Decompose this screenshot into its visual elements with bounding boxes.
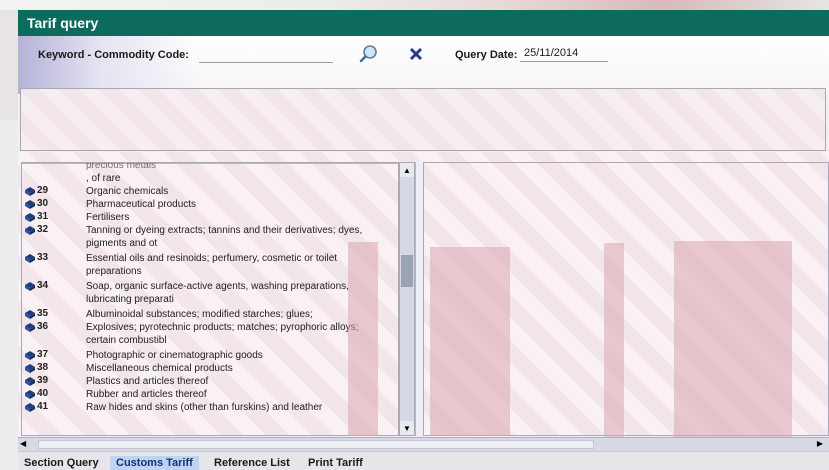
list-item[interactable]: 34 Soap, organic surface-active agents, w… xyxy=(22,280,382,308)
list-item[interactable]: 37 Photographic or cinematographic goods xyxy=(22,349,382,362)
panel-splitter[interactable] xyxy=(415,162,423,436)
chapter-rows: precious metals , of rare 29 Organic chemic… xyxy=(22,162,382,414)
chapter-code: 30 xyxy=(37,198,49,209)
magnifier-icon xyxy=(359,45,377,63)
book-icon xyxy=(25,187,35,196)
chapter-code: 35 xyxy=(37,308,49,319)
scroll-up-arrow-icon[interactable]: ▲ xyxy=(400,163,414,177)
chapter-code: 34 xyxy=(37,280,49,291)
book-icon xyxy=(25,226,35,235)
list-item[interactable]: 32 Tanning or dyeing extracts; tannins an… xyxy=(22,224,382,252)
chapter-description: Rubber and articles thereof xyxy=(86,389,207,400)
book-icon xyxy=(25,377,35,386)
chapter-code: 38 xyxy=(37,362,49,373)
tab-print-tariff[interactable]: Print Tariff xyxy=(302,456,369,470)
book-cover-image xyxy=(674,241,792,437)
list-item[interactable]: 35 Albuminoidal substances; modified star… xyxy=(22,308,382,321)
list-vertical-scrollbar[interactable]: ▲ ▼ xyxy=(399,162,415,436)
tab-customs-tariff[interactable]: Customs Tariff xyxy=(110,456,199,470)
search-bar: Keyword - Commodity Code: Query Date: 25… xyxy=(18,36,829,94)
book-icon xyxy=(25,323,35,332)
chapter-code: 40 xyxy=(37,388,49,399)
chapter-code: 41 xyxy=(37,401,49,412)
chapter-code: 29 xyxy=(37,185,49,196)
chapter-description: Albuminoidal substances; modified starch… xyxy=(86,309,313,320)
chapter-code: 36 xyxy=(37,321,49,332)
chapter-description: Explosives; pyrotechnic products; matche… xyxy=(86,322,359,346)
bottom-tab-bar: Section Query Customs Tariff Reference L… xyxy=(18,451,829,470)
chapter-description: Photographic or cinematographic goods xyxy=(86,350,263,361)
scroll-thumb[interactable] xyxy=(401,255,413,287)
info-panel xyxy=(20,88,826,151)
chapter-code: 33 xyxy=(37,252,49,263)
search-button[interactable] xyxy=(358,43,380,65)
chapter-description: Fertilisers xyxy=(86,212,130,223)
chapter-list[interactable]: precious metals , of rare 29 Organic chemic… xyxy=(21,162,399,436)
chapter-description: Plastics and articles thereof xyxy=(86,376,209,387)
chapter-description: Essential oils and resinoids; perfumery,… xyxy=(86,253,338,277)
book-spine-image xyxy=(604,243,624,438)
chapter-description: , of rare xyxy=(86,173,121,184)
search-bar-shade xyxy=(18,36,198,94)
chapter-description: Miscellaneous chemical products xyxy=(86,363,233,374)
tab-section-query[interactable]: Section Query xyxy=(18,456,105,470)
list-item[interactable]: 41 Raw hides and skins (other than furski… xyxy=(22,401,382,414)
keyword-input[interactable] xyxy=(199,47,333,63)
list-item[interactable]: 31 Fertilisers xyxy=(22,211,382,224)
list-item[interactable]: 39 Plastics and articles thereof xyxy=(22,375,382,388)
top-strip xyxy=(0,0,829,10)
list-item[interactable]: 33 Essential oils and resinoids; perfumer… xyxy=(22,252,382,280)
list-item[interactable]: 29 Organic chemicals xyxy=(22,185,382,198)
keyword-label: Keyword - Commodity Code: xyxy=(38,49,189,61)
scroll-down-arrow-icon[interactable]: ▼ xyxy=(400,421,414,435)
book-icon xyxy=(25,403,35,412)
chapter-code: 37 xyxy=(37,349,49,360)
list-item[interactable]: 30 Pharmaceutical products xyxy=(22,198,382,211)
list-item[interactable]: precious metals xyxy=(22,162,382,172)
book-cover-left-image xyxy=(430,247,510,436)
window-title: Tarif query xyxy=(18,10,829,36)
list-item[interactable]: 40 Rubber and articles thereof xyxy=(22,388,382,401)
scroll-left-arrow-icon[interactable]: ◀ xyxy=(20,439,26,448)
book-icon xyxy=(25,254,35,263)
left-strip xyxy=(0,120,18,470)
chapter-code: 39 xyxy=(37,375,49,386)
tab-reference-list[interactable]: Reference List xyxy=(208,456,296,470)
book-icon xyxy=(25,390,35,399)
chapter-description: Raw hides and skins (other than furskins… xyxy=(86,402,323,413)
chapter-description: Tanning or dyeing extracts; tannins and … xyxy=(86,225,363,249)
book-icon xyxy=(25,351,35,360)
list-item[interactable]: 38 Miscellaneous chemical products xyxy=(22,362,382,375)
horizontal-scroll-thumb[interactable] xyxy=(38,440,594,449)
list-item[interactable]: 36 Explosives; pyrotechnic products; matc… xyxy=(22,321,382,349)
list-item[interactable]: , of rare xyxy=(22,172,382,185)
tariff-query-window: Tarif query Keyword - Commodity Code: Qu… xyxy=(18,10,829,470)
chapter-code: 31 xyxy=(37,211,49,222)
book-icon xyxy=(25,364,35,373)
chapter-description: Pharmaceutical products xyxy=(86,199,197,210)
query-date-label: Query Date: xyxy=(455,49,518,61)
chapter-code: 32 xyxy=(37,224,49,235)
clear-x-icon xyxy=(409,47,423,61)
horizontal-scrollbar[interactable]: ◀ ▶ xyxy=(18,437,829,451)
scroll-right-arrow-icon[interactable]: ▶ xyxy=(817,439,823,448)
content-panels: precious metals , of rare 29 Organic chemic… xyxy=(18,152,829,438)
book-icon xyxy=(25,282,35,291)
book-icon xyxy=(25,310,35,319)
query-date-input[interactable]: 25/11/2014 xyxy=(520,46,608,62)
book-spine-left-image xyxy=(348,242,378,436)
book-icon xyxy=(25,200,35,209)
clear-button[interactable] xyxy=(405,43,427,65)
chapter-description: Soap, organic surface-active agents, was… xyxy=(86,281,349,305)
chapter-description: Organic chemicals xyxy=(86,186,169,197)
chapter-description: precious metals xyxy=(86,162,157,171)
book-icon xyxy=(25,213,35,222)
